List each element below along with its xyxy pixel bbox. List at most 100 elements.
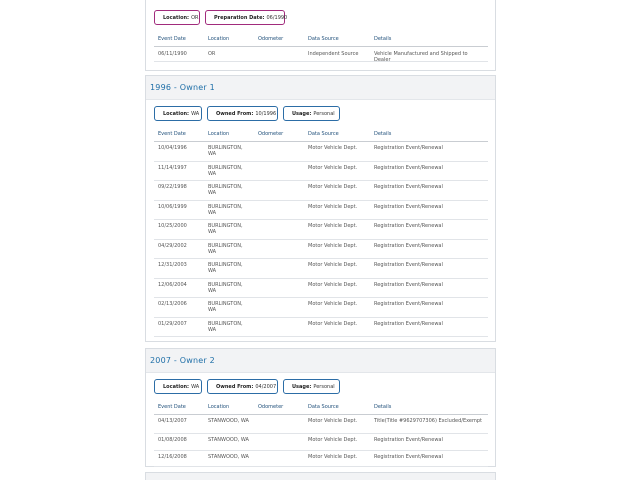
event-details: Registration Event/Renewal — [374, 262, 443, 268]
event-details: Registration Event/Renewal — [374, 184, 443, 190]
section-header: 1996 - Owner 1 — [146, 76, 495, 100]
header-odometer: Odometer — [258, 131, 284, 137]
section-next — [145, 472, 496, 480]
event-location: OR — [208, 51, 216, 57]
event-source: Motor Vehicle Dept. — [308, 145, 358, 151]
event-details: Registration Event/Renewal — [374, 223, 443, 229]
location-chip: Location: WA — [154, 106, 202, 121]
event-date: 10/25/2000 — [158, 223, 187, 229]
header-details: Details — [374, 36, 392, 42]
event-details: Registration Event/Renewal — [374, 437, 443, 443]
event-details: Registration Event/Renewal — [374, 453, 443, 460]
header-details: Details — [374, 131, 392, 137]
event-date: 02/13/2006 — [158, 301, 187, 307]
table-row: 12/16/2008 STANWOOD, WA Motor Vehicle Dept… — [154, 451, 488, 467]
table-row: 01/08/2008 STANWOOD, WA Motor Vehicle Dept… — [154, 434, 488, 451]
event-date: 12/31/2003 — [158, 262, 187, 268]
table-row: 04/29/2002 BURLINGTON, WA Motor Vehicle De… — [154, 240, 488, 259]
event-source: Motor Vehicle Dept. — [308, 437, 358, 443]
header-location: Location — [208, 404, 230, 410]
event-location: BURLINGTON, WA — [208, 203, 243, 216]
chip-row: Location: OR Preparation Date: 06/1990 — [146, 0, 495, 33]
table-header: Event Date Location Odometer Data Source… — [154, 33, 488, 47]
table-row: 01/29/2007 BURLINGTON, WA Motor Vehicle De… — [154, 318, 488, 337]
header-data-source: Data Source — [308, 131, 339, 137]
section-title: 1996 - Owner 1 — [150, 83, 215, 92]
rows-owner-2: 04/13/2007 STANWOOD, WA Motor Vehicle Dept… — [154, 415, 488, 467]
preparation-date-chip: Preparation Date: 06/1990 — [205, 10, 287, 25]
section-owner-1: 1996 - Owner 1 Location: WA Owned From: 10… — [145, 75, 496, 342]
header-details: Details — [374, 404, 392, 410]
event-details: Registration Event/Renewal — [374, 301, 443, 307]
section-header: 2007 - Owner 2 — [146, 349, 495, 373]
table-row: 10/25/2000 BURLINGTON, WA Motor Vehicle De… — [154, 220, 488, 240]
header-event-date: Event Date — [158, 36, 186, 42]
event-source: Motor Vehicle Dept. — [308, 164, 358, 171]
event-details: Registration Event/Renewal — [374, 145, 443, 151]
chip-row: Location: WA Owned From: 10/1996 Usage: Per… — [146, 100, 495, 128]
event-source: Motor Vehicle Dept. — [308, 418, 358, 424]
event-location: BURLINGTON, WA — [208, 145, 243, 157]
event-details: Vehicle Manufactured and Shipped to Deal… — [374, 51, 468, 63]
owned-from-chip: Owned From: 04/2007 — [207, 379, 278, 394]
event-date: 01/08/2008 — [158, 437, 187, 443]
event-location: BURLINGTON, WA — [208, 262, 243, 274]
event-date: 11/14/1997 — [158, 164, 187, 171]
chip-row: Location: WA Owned From: 04/2007 Usage: Per… — [146, 373, 495, 401]
header-data-source: Data Source — [308, 404, 339, 410]
event-source: Motor Vehicle Dept. — [308, 301, 358, 307]
section-owner-2: 2007 - Owner 2 Location: WA Owned From: 04… — [145, 348, 496, 467]
section-manufacture: Location: OR Preparation Date: 06/1990 Eve… — [145, 0, 496, 71]
table-row: 12/31/2003 BURLINGTON, WA Motor Vehicle De… — [154, 259, 488, 279]
usage-chip: Usage: Personal — [283, 379, 340, 394]
event-date: 10/06/1999 — [158, 203, 187, 210]
event-location: BURLINGTON, WA — [208, 223, 243, 235]
event-date: 01/29/2007 — [158, 320, 187, 327]
header-event-date: Event Date — [158, 131, 186, 137]
rows-owner-1: 10/04/1996 BURLINGTON, WA Motor Vehicle De… — [154, 142, 488, 337]
event-location: BURLINGTON, WA — [208, 281, 243, 294]
usage-chip: Usage: Personal — [283, 106, 340, 121]
event-date: 06/11/1990 — [158, 51, 187, 57]
event-source: Motor Vehicle Dept. — [308, 262, 358, 268]
section-title: 2007 - Owner 2 — [150, 356, 215, 365]
table-row: 02/13/2006 BURLINGTON, WA Motor Vehicle De… — [154, 298, 488, 318]
event-details: Title(Title #9629707306) Excluded/Exempt — [374, 418, 483, 424]
event-date: 12/16/2008 — [158, 453, 187, 460]
events-table: Event Date Location Odometer Data Source… — [154, 128, 488, 337]
header-location: Location — [208, 36, 230, 42]
header-event-date: Event Date — [158, 404, 186, 410]
event-date: 12/06/2004 — [158, 281, 187, 288]
events-table: Event Date Location Odometer Data Source… — [154, 33, 488, 63]
event-source: Motor Vehicle Dept. — [308, 203, 358, 210]
event-details: Registration Event/Renewal — [374, 320, 443, 327]
event-source: Motor Vehicle Dept. — [308, 242, 358, 249]
table-row: 06/11/1990 OR Independent Source Vehicle… — [154, 47, 488, 63]
event-source: Motor Vehicle Dept. — [308, 320, 358, 327]
event-location: BURLINGTON, WA — [208, 164, 243, 177]
header-odometer: Odometer — [258, 404, 284, 410]
table-row: 10/06/1999 BURLINGTON, WA Motor Vehicle De… — [154, 201, 488, 220]
table-row: 12/06/2004 BURLINGTON, WA Motor Vehicle De… — [154, 279, 488, 298]
event-source: Motor Vehicle Dept. — [308, 281, 358, 288]
event-source: Motor Vehicle Dept. — [308, 223, 358, 229]
event-source: Motor Vehicle Dept. — [308, 453, 358, 460]
table-row: 09/22/1998 BURLINGTON, WA Motor Vehicle De… — [154, 181, 488, 201]
event-source: Independent Source — [308, 51, 359, 57]
event-details: Registration Event/Renewal — [374, 242, 443, 249]
event-details: Registration Event/Renewal — [374, 203, 443, 210]
table-header: Event Date Location Odometer Data Source… — [154, 401, 488, 415]
header-data-source: Data Source — [308, 36, 339, 42]
event-location: BURLINGTON, WA — [208, 242, 243, 255]
event-details: Registration Event/Renewal — [374, 281, 443, 288]
event-details: Registration Event/Renewal — [374, 164, 443, 171]
event-date: 04/29/2002 — [158, 242, 187, 249]
owned-from-chip: Owned From: 10/1996 — [207, 106, 278, 121]
event-location: STANWOOD, WA — [208, 453, 249, 460]
event-source: Motor Vehicle Dept. — [308, 184, 358, 190]
header-odometer: Odometer — [258, 36, 284, 42]
event-location: BURLINGTON, WA — [208, 320, 243, 333]
location-chip: Location: OR — [154, 10, 200, 25]
table-row: 11/14/1997 BURLINGTON, WA Motor Vehicle De… — [154, 162, 488, 181]
event-location: STANWOOD, WA — [208, 418, 249, 424]
